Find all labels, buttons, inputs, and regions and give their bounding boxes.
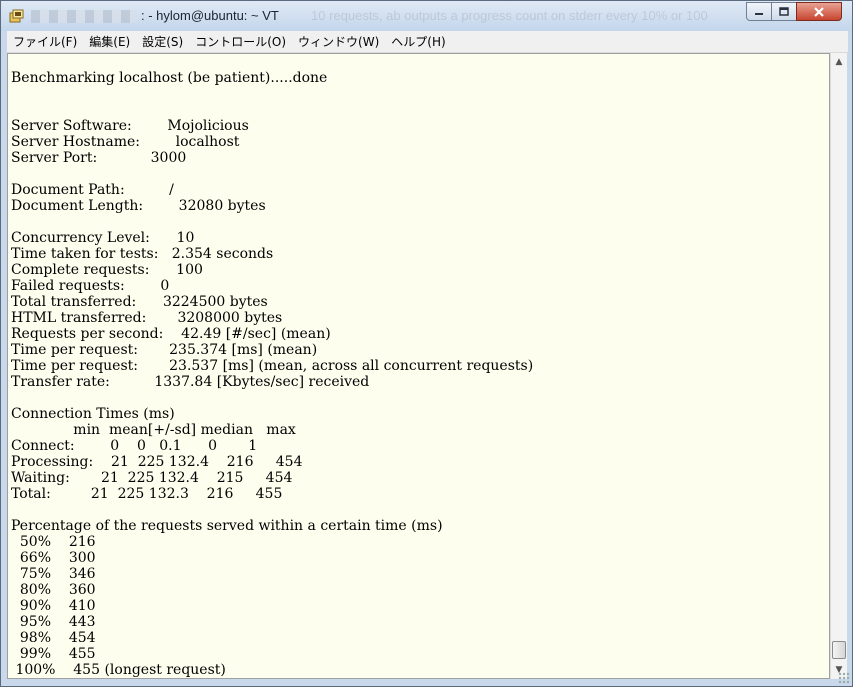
terminal-line: Document Length: 32080 bytes bbox=[11, 198, 266, 214]
close-icon bbox=[814, 6, 824, 17]
terminal-line: Server Port: 3000 bbox=[11, 150, 187, 166]
terminal-line: Connection Times (ms) bbox=[11, 406, 175, 422]
terminal-line: Time per request: 235.374 [ms] (mean) bbox=[11, 342, 318, 358]
terminal-line: 98% 454 bbox=[11, 630, 96, 646]
terminal-window: : - hylom@ubuntu: ~ VT 10 requests, ab o… bbox=[0, 0, 853, 687]
terminal-line: 99% 455 bbox=[11, 646, 96, 662]
scroll-up-icon[interactable]: ▲ bbox=[831, 54, 847, 70]
terminal-line: Time per request: 23.537 [ms] (mean, acr… bbox=[11, 358, 534, 374]
title-bar[interactable]: : - hylom@ubuntu: ~ VT 10 requests, ab o… bbox=[1, 1, 852, 31]
menu-help[interactable]: ヘルプ(H) bbox=[385, 32, 451, 52]
terminal-line: Complete requests: 100 bbox=[11, 262, 203, 278]
vertical-scrollbar[interactable]: ▲ ▼ bbox=[830, 53, 847, 679]
tera-term-app-icon[interactable] bbox=[9, 8, 25, 24]
close-button[interactable] bbox=[796, 2, 842, 21]
redacted-title-prefix bbox=[31, 10, 137, 23]
resize-grip-icon[interactable] bbox=[838, 672, 850, 684]
terminal-line: min mean[+/-sd] median max bbox=[11, 422, 296, 438]
scrollbar-thumb[interactable] bbox=[832, 641, 846, 659]
terminal-line: Waiting: 21 225 132.4 215 454 bbox=[11, 470, 293, 486]
terminal-line: 75% 346 bbox=[11, 566, 96, 582]
terminal-line: Transfer rate: 1337.84 [Kbytes/sec] rece… bbox=[11, 374, 370, 390]
terminal-line: Processing: 21 225 132.4 216 454 bbox=[11, 454, 303, 470]
maximize-button[interactable] bbox=[771, 2, 797, 21]
menu-bar: ファイル(F) 編集(E) 設定(S) コントロール(O) ウィンドウ(W) ヘ… bbox=[7, 31, 848, 53]
terminal-line: Benchmarking localhost (be patient).....… bbox=[11, 70, 328, 86]
menu-edit[interactable]: 編集(E) bbox=[83, 32, 136, 52]
terminal-line: Failed requests: 0 bbox=[11, 278, 170, 294]
terminal-line: 100% 455 (longest request) bbox=[11, 662, 226, 678]
terminal-line: HTML transferred: 3208000 bytes bbox=[11, 310, 283, 326]
terminal-line: 95% 443 bbox=[11, 614, 96, 630]
terminal-line: Server Software: Mojolicious bbox=[11, 118, 249, 134]
terminal-line: Total: 21 225 132.3 216 455 bbox=[11, 486, 283, 502]
terminal-line: 80% 360 bbox=[11, 582, 96, 598]
terminal-line: Percentage of the requests served within… bbox=[11, 518, 443, 534]
terminal-line: Server Hostname: localhost bbox=[11, 134, 240, 150]
menu-window[interactable]: ウィンドウ(W) bbox=[292, 32, 385, 52]
terminal-line: Requests per second: 42.49 [#/sec] (mean… bbox=[11, 326, 331, 342]
background-ghost-text: 10 requests, ab outputs a progress count… bbox=[311, 8, 708, 23]
terminal-line: Concurrency Level: 10 bbox=[11, 230, 195, 246]
terminal-line: Time taken for tests: 2.354 seconds bbox=[11, 246, 274, 262]
terminal-line: 50% 216 bbox=[11, 534, 96, 550]
window-title: : - hylom@ubuntu: ~ VT bbox=[141, 8, 279, 23]
menu-settings[interactable]: 設定(S) bbox=[136, 32, 189, 52]
terminal-line: Total transferred: 3224500 bytes bbox=[11, 294, 268, 310]
terminal-line: 90% 410 bbox=[11, 598, 96, 614]
minimize-button[interactable] bbox=[746, 2, 772, 21]
terminal-line: 66% 300 bbox=[11, 550, 96, 566]
minimize-icon bbox=[755, 12, 763, 15]
menu-control[interactable]: コントロール(O) bbox=[189, 32, 292, 52]
terminal-line: Document Path: / bbox=[11, 182, 174, 198]
menu-file[interactable]: ファイル(F) bbox=[7, 32, 83, 52]
terminal-line: Connect: 0 0 0.1 0 1 bbox=[11, 438, 258, 454]
terminal-output[interactable]: Benchmarking localhost (be patient).....… bbox=[7, 53, 830, 679]
maximize-icon bbox=[779, 7, 789, 16]
